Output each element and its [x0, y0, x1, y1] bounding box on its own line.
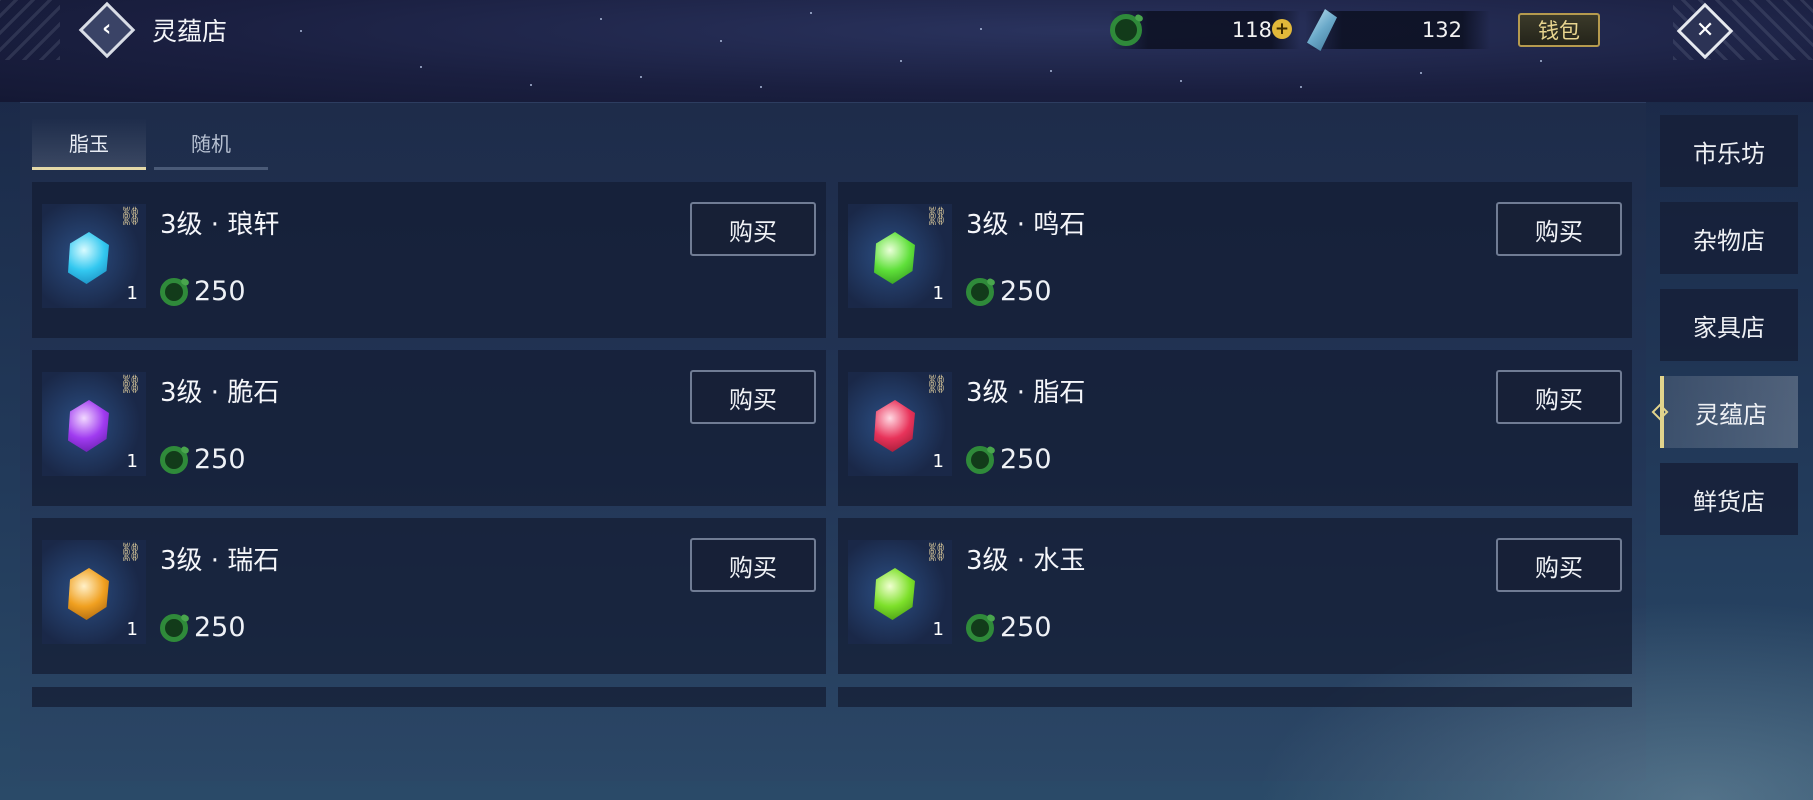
item-thumbnail[interactable]: ⛓ 1: [42, 204, 146, 308]
item-thumbnail[interactable]: ⛓ 1: [42, 372, 146, 476]
item-count: 1: [932, 283, 944, 304]
buy-button[interactable]: 购买: [690, 202, 816, 256]
jade-coin-icon: [1110, 14, 1142, 46]
jade-coin-icon: [966, 445, 994, 474]
crystal-amount: 132: [1421, 18, 1462, 42]
price-value: 250: [1000, 612, 1052, 643]
item-card: ⛓ 1 3级 · 瑞石 250 购买: [32, 518, 826, 674]
buy-button[interactable]: 购买: [690, 538, 816, 592]
item-card: ⛓ 1 3级 · 脂石 250 购买: [838, 350, 1632, 506]
link-chain-icon: ⛓: [119, 206, 142, 227]
item-thumbnail[interactable]: ⛓ 1: [42, 540, 146, 644]
buy-button[interactable]: 购买: [1496, 538, 1622, 592]
item-row-partial: [32, 687, 1632, 707]
nav-item-zawudian[interactable]: 杂物店: [1660, 202, 1798, 274]
price-value: 250: [194, 276, 246, 307]
item-card: ⛓ 1 3级 · 水玉 250 购买: [838, 518, 1632, 674]
item-card-partial: [32, 687, 826, 707]
item-name: 3级 · 脆石: [160, 378, 280, 408]
close-x-icon: ✕: [1676, 2, 1734, 60]
nav-item-xianhuodian[interactable]: 鲜货店: [1660, 463, 1798, 535]
item-card: ⛓ 1 3级 · 琅轩 250 购买: [32, 182, 826, 338]
back-button[interactable]: ‹: [78, 1, 136, 59]
price-value: 250: [1000, 276, 1052, 307]
item-card: ⛓ 1 3级 · 脆石 250 购买: [32, 350, 826, 506]
item-count: 1: [932, 619, 944, 640]
item-card: ⛓ 1 3级 · 鸣石 250 购买: [838, 182, 1632, 338]
link-chain-icon: ⛓: [925, 542, 948, 563]
buy-button[interactable]: 购买: [1496, 370, 1622, 424]
item-name: 3级 · 水玉: [966, 546, 1086, 576]
jade-coin-icon: [160, 445, 188, 474]
item-price: 250: [966, 276, 1052, 307]
price-value: 250: [1000, 444, 1052, 475]
item-thumbnail[interactable]: ⛓ 1: [848, 204, 952, 308]
nav-item-jiajudian[interactable]: 家具店: [1660, 289, 1798, 361]
gem-icon: [874, 400, 915, 452]
crystal-icon: [1307, 9, 1337, 51]
nav-item-lingyundian[interactable]: 灵蕴店: [1660, 376, 1798, 448]
tab-zhiyu[interactable]: 脂玉: [32, 118, 146, 170]
item-price: 250: [966, 444, 1052, 475]
nav-item-shilefang[interactable]: 市乐坊: [1660, 115, 1798, 187]
jade-coin-icon: [966, 277, 994, 306]
jade-coin-icon: [160, 613, 188, 642]
link-chain-icon: ⛓: [925, 206, 948, 227]
buy-button[interactable]: 购买: [1496, 202, 1622, 256]
item-count: 1: [932, 451, 944, 472]
page-title: 灵蕴店: [152, 17, 228, 46]
item-name: 3级 · 脂石: [966, 378, 1086, 408]
jade-amount: 118: [1231, 18, 1272, 42]
category-tabs: 脂玉 随机: [32, 118, 268, 170]
price-value: 250: [194, 612, 246, 643]
link-chain-icon: ⛓: [925, 374, 948, 395]
item-thumbnail[interactable]: ⛓ 1: [848, 372, 952, 476]
jade-coin-icon: [160, 277, 188, 306]
buy-button[interactable]: 购买: [690, 370, 816, 424]
item-thumbnail[interactable]: ⛓ 1: [848, 540, 952, 644]
close-button[interactable]: ✕: [1676, 2, 1734, 60]
gem-icon: [874, 232, 915, 284]
gem-icon: [68, 568, 109, 620]
item-name: 3级 · 琅轩: [160, 210, 280, 240]
item-price: 250: [160, 276, 246, 307]
link-chain-icon: ⛓: [119, 374, 142, 395]
crystal-currency: 132: [1305, 9, 1490, 51]
item-price: 250: [160, 444, 246, 475]
item-count: 1: [126, 619, 138, 640]
price-value: 250: [194, 444, 246, 475]
plus-icon[interactable]: +: [1272, 19, 1292, 39]
shop-nav: 市乐坊 杂物店 家具店 灵蕴店 鲜货店: [1660, 115, 1798, 550]
item-card-partial: [838, 687, 1632, 707]
gem-icon: [68, 400, 109, 452]
item-count: 1: [126, 283, 138, 304]
corner-ornament-left: [0, 0, 60, 60]
wallet-button[interactable]: 钱包: [1518, 13, 1600, 47]
tab-random[interactable]: 随机: [154, 118, 268, 170]
back-chevron-icon: ‹: [78, 1, 136, 59]
item-count: 1: [126, 451, 138, 472]
top-bar: ‹ 灵蕴店 118 + 132 钱包 ✕: [0, 0, 1813, 102]
item-grid: ⛓ 1 3级 · 琅轩 250 购买 ⛓ 1 3级 · 鸣石 250 购买 ⛓ …: [32, 182, 1632, 674]
jade-coin-icon: [966, 613, 994, 642]
gem-icon: [874, 568, 915, 620]
gem-icon: [68, 232, 109, 284]
item-name: 3级 · 鸣石: [966, 210, 1086, 240]
link-chain-icon: ⛓: [119, 542, 142, 563]
item-price: 250: [966, 612, 1052, 643]
item-price: 250: [160, 612, 246, 643]
item-name: 3级 · 瑞石: [160, 546, 280, 576]
